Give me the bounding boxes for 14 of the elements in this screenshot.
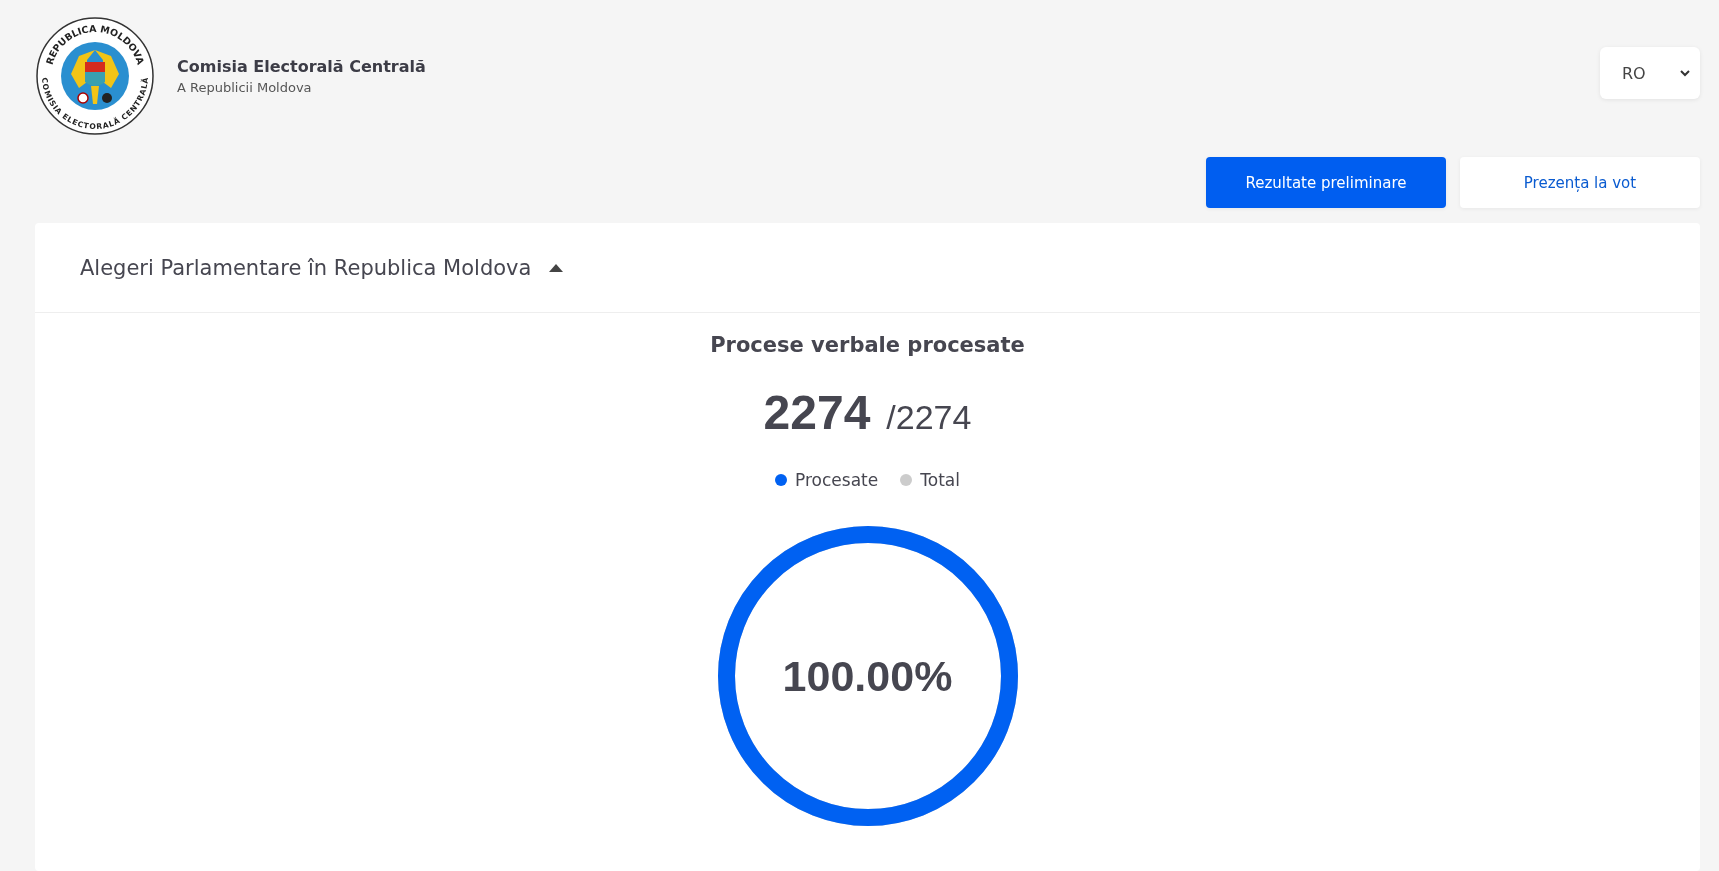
processed-count: 2274: [763, 385, 871, 440]
language-select[interactable]: RO: [1600, 47, 1700, 99]
organization-subtitle: A Republicii Moldova: [177, 80, 313, 95]
organization-name: Comisia Electorală Centrală: [177, 57, 426, 76]
legend-label[interactable]: Procesate: [795, 470, 879, 490]
caret-icon[interactable]: [549, 263, 564, 272]
section-title: Procese verbale procesate: [710, 333, 1025, 357]
chevron-down-icon: [1680, 69, 1690, 77]
legend-label[interactable]: Total: [920, 470, 960, 490]
percentage-label: 100.00%: [782, 651, 953, 701]
total-count: /2274: [886, 398, 972, 437]
election-title[interactable]: Alegeri Parlamentare în Republica Moldova: [80, 255, 532, 280]
nav-button[interactable]: Rezultate preliminare: [1206, 157, 1446, 208]
nav-button[interactable]: Prezența la vot: [1460, 157, 1700, 208]
